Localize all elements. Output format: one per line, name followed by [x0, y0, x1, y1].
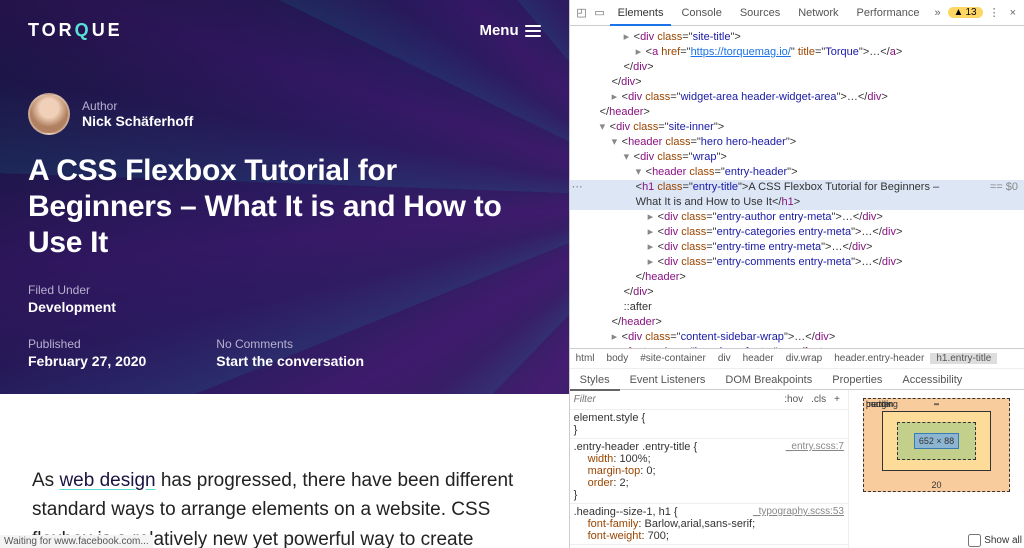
- tab-sources[interactable]: Sources: [732, 0, 788, 26]
- add-rule-icon[interactable]: +: [830, 394, 844, 405]
- category-link[interactable]: Development: [28, 299, 116, 315]
- tab-styles[interactable]: Styles: [570, 369, 620, 391]
- more-tabs-icon[interactable]: »: [930, 7, 946, 19]
- warning-badge[interactable]: ▲ 13: [948, 7, 983, 18]
- tab-accessibility[interactable]: Accessibility: [892, 369, 972, 391]
- tab-event-listeners[interactable]: Event Listeners: [620, 369, 716, 391]
- hamburger-icon: [525, 25, 541, 37]
- topbar: TORQUE Menu: [0, 0, 569, 61]
- box-model-pane[interactable]: margin– border– padding– 652 × 88 20 Sho…: [848, 390, 1024, 548]
- crumb-container[interactable]: #site-container: [634, 353, 712, 364]
- close-icon[interactable]: ×: [1006, 7, 1020, 19]
- crumb-h1[interactable]: h1.entry-title: [930, 353, 997, 364]
- website-viewport: TORQUE Menu Author Nick Schäferhoff A CS…: [0, 0, 569, 548]
- show-all-toggle[interactable]: Show all: [968, 534, 1022, 547]
- tab-elements[interactable]: Elements: [610, 0, 672, 26]
- dom-tree[interactable]: ▸<div class="site-title"> ▸<a href="http…: [570, 26, 1024, 348]
- hero-content: Author Nick Schäferhoff A CSS Flexbox Tu…: [0, 93, 569, 369]
- published-meta: Published February 27, 2020: [28, 337, 146, 369]
- site-logo[interactable]: TORQUE: [28, 20, 123, 41]
- crumb-wrap[interactable]: div.wrap: [780, 353, 829, 364]
- tab-dom-breakpoints[interactable]: DOM Breakpoints: [715, 369, 822, 391]
- devtools-tabbar: ◰ ▭ Elements Console Sources Network Per…: [570, 0, 1024, 26]
- tab-network[interactable]: Network: [790, 0, 846, 26]
- breadcrumb: html body #site-container div header div…: [570, 348, 1024, 368]
- styles-filter-input[interactable]: [574, 394, 781, 405]
- comments-meta: No Comments Start the conversation: [216, 337, 364, 369]
- crumb-html[interactable]: html: [570, 353, 601, 364]
- devtools-panel: ◰ ▭ Elements Console Sources Network Per…: [569, 0, 1024, 548]
- styles-tabbar: Styles Event Listeners DOM Breakpoints P…: [570, 368, 1024, 390]
- author-name[interactable]: Nick Schäferhoff: [82, 113, 193, 129]
- browser-status-bar: Waiting for www.facebook.com...: [0, 535, 153, 548]
- hero-header: TORQUE Menu Author Nick Schäferhoff A CS…: [0, 0, 569, 394]
- hov-toggle[interactable]: :hov: [780, 394, 807, 405]
- tab-performance[interactable]: Performance: [849, 0, 928, 26]
- rule-element-style[interactable]: element.style {}: [570, 410, 848, 439]
- inspect-icon[interactable]: ◰: [574, 6, 590, 19]
- settings-icon[interactable]: ⋮: [985, 6, 1004, 19]
- rule-heading[interactable]: _typography.scss:53 .heading--size-1, h1…: [570, 504, 848, 545]
- cls-toggle[interactable]: .cls: [807, 394, 830, 405]
- author-label: Author: [82, 99, 193, 113]
- crumb-entry-header[interactable]: header.entry-header: [828, 353, 930, 364]
- crumb-div[interactable]: div: [712, 353, 737, 364]
- crumb-header[interactable]: header: [737, 353, 780, 364]
- article-body: As web design has progressed, there have…: [0, 394, 569, 548]
- avatar[interactable]: [28, 93, 70, 135]
- filed-under: Filed Under Development: [28, 283, 116, 315]
- styles-bottom: :hov .cls + element.style {} _entry.scss…: [570, 390, 1024, 548]
- menu-label: Menu: [479, 22, 518, 39]
- rule-entry-title[interactable]: _entry.scss:7 .entry-header .entry-title…: [570, 439, 848, 504]
- styles-pane[interactable]: :hov .cls + element.style {} _entry.scss…: [570, 390, 848, 548]
- device-icon[interactable]: ▭: [592, 6, 608, 19]
- comments-link[interactable]: Start the conversation: [216, 353, 364, 369]
- selected-dom-node[interactable]: <h1 class="entry-title">A CSS Flexbox Tu…: [570, 180, 1024, 210]
- author-row: Author Nick Schäferhoff: [28, 93, 541, 135]
- tab-console[interactable]: Console: [673, 0, 729, 26]
- tab-properties[interactable]: Properties: [822, 369, 892, 391]
- menu-button[interactable]: Menu: [479, 22, 540, 39]
- web-design-link[interactable]: web design: [59, 470, 155, 491]
- crumb-body[interactable]: body: [601, 353, 635, 364]
- entry-title: A CSS Flexbox Tutorial for Beginners – W…: [28, 153, 541, 261]
